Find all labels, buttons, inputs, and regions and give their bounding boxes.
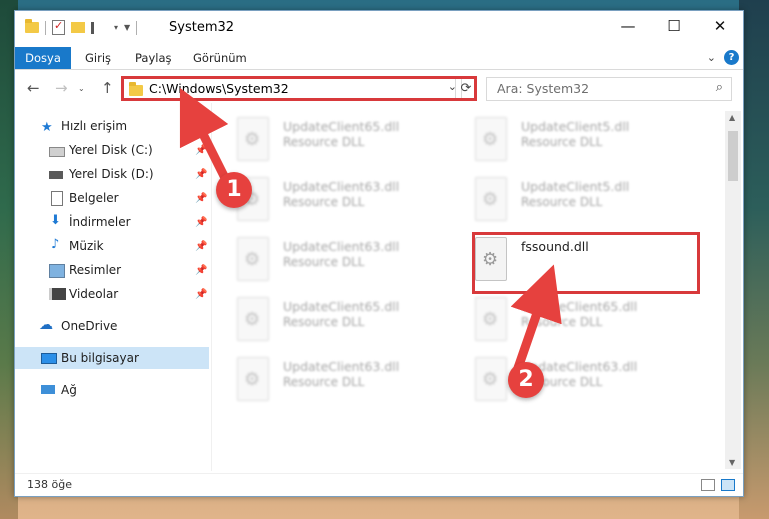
step-2-badge: 2: [508, 362, 544, 398]
arrow-to-file: [510, 264, 562, 373]
step-1-badge: 1: [216, 172, 252, 208]
arrow-to-address-bar: [179, 87, 230, 183]
annotation-arrows: [179, 87, 562, 373]
